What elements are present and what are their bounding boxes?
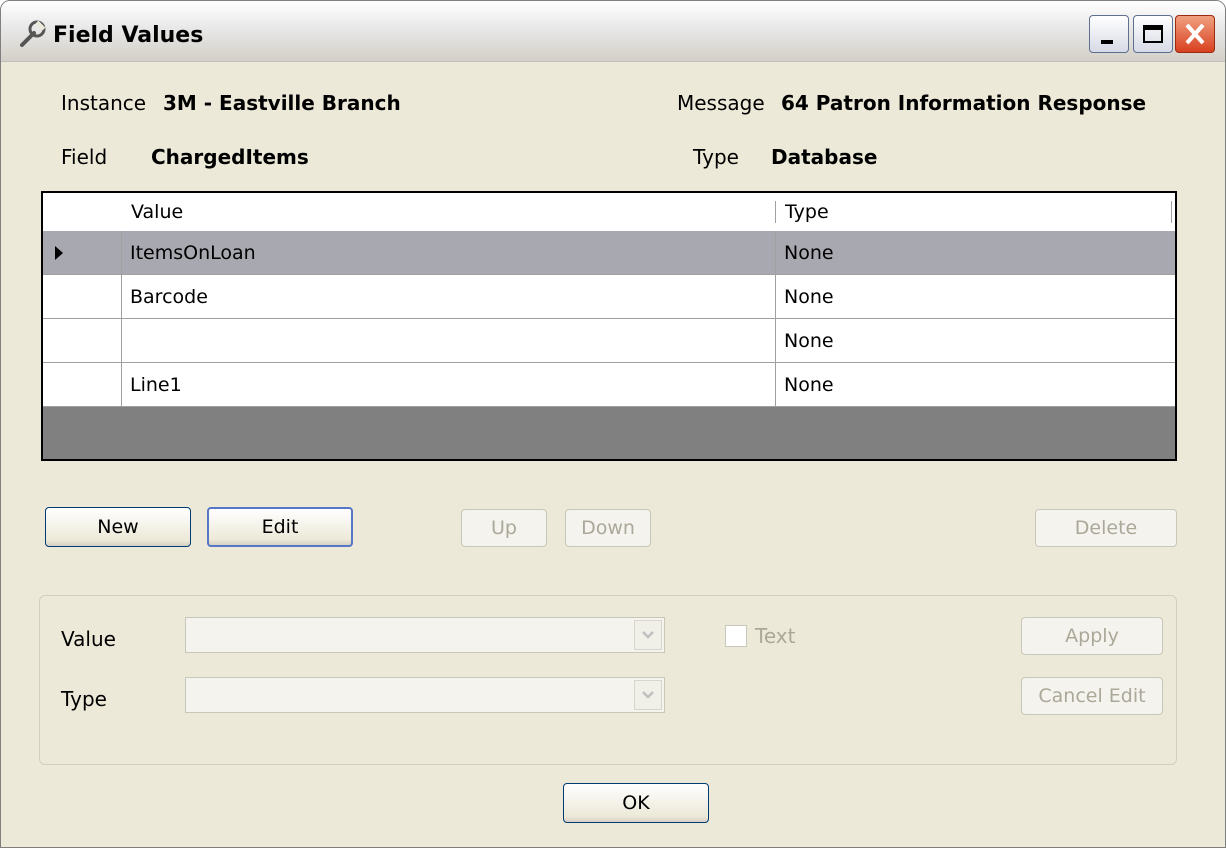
chevron-down-icon xyxy=(642,631,654,639)
grid-header: Value Type xyxy=(43,193,1175,231)
cell-value[interactable] xyxy=(121,319,775,363)
cell-type[interactable]: None xyxy=(775,363,1175,407)
type-dropdown-button[interactable] xyxy=(634,680,662,710)
cancel-edit-button[interactable]: Cancel Edit xyxy=(1021,677,1163,715)
table-row[interactable]: Barcode None xyxy=(43,275,1175,319)
table-row[interactable]: None xyxy=(43,319,1175,363)
instance-value: 3M - Eastville Branch xyxy=(163,91,401,115)
column-divider xyxy=(1171,201,1172,223)
editor-type-label: Type xyxy=(61,687,107,711)
ok-button[interactable]: OK xyxy=(563,783,709,823)
type-combobox[interactable] xyxy=(185,677,665,713)
column-divider xyxy=(775,201,776,223)
field-label: Field xyxy=(61,145,108,169)
cell-value[interactable]: Line1 xyxy=(121,363,775,407)
type-value: Database xyxy=(771,145,878,169)
instance-label: Instance xyxy=(61,91,147,115)
table-row[interactable]: Line1 None xyxy=(43,363,1175,407)
new-button[interactable]: New xyxy=(45,507,191,547)
current-row-arrow-icon xyxy=(55,246,63,260)
field-values-window: Field Values Instance 3M - Eastville Bra… xyxy=(0,0,1226,848)
text-checkbox[interactable] xyxy=(725,625,747,647)
cell-value[interactable]: ItemsOnLoan xyxy=(121,231,775,275)
row-header[interactable] xyxy=(43,275,121,319)
table-row[interactable]: ItemsOnLoan None xyxy=(43,231,1175,275)
value-combobox[interactable] xyxy=(185,617,665,653)
move-down-button[interactable]: Down xyxy=(565,509,651,547)
cell-type[interactable]: None xyxy=(775,275,1175,319)
window-title: Field Values xyxy=(53,23,204,48)
edit-button[interactable]: Edit xyxy=(207,507,353,547)
minimize-button[interactable] xyxy=(1089,15,1129,53)
type-label: Type xyxy=(693,145,739,169)
row-header[interactable] xyxy=(43,231,121,275)
apply-button[interactable]: Apply xyxy=(1021,617,1163,655)
maximize-icon xyxy=(1143,25,1163,43)
field-value: ChargedItems xyxy=(151,145,309,169)
cell-type[interactable]: None xyxy=(775,319,1175,363)
wrench-icon xyxy=(20,20,46,47)
close-button[interactable] xyxy=(1175,15,1215,53)
title-bar: Field Values xyxy=(1,1,1225,62)
column-header-value[interactable]: Value xyxy=(131,193,183,231)
cell-type[interactable]: None xyxy=(775,231,1175,275)
editor-value-label: Value xyxy=(61,627,116,651)
row-header[interactable] xyxy=(43,363,121,407)
value-dropdown-button[interactable] xyxy=(634,620,662,650)
maximize-button[interactable] xyxy=(1133,15,1173,53)
minimize-icon xyxy=(1101,40,1113,44)
text-checkbox-label: Text xyxy=(755,624,796,648)
field-values-grid[interactable]: Value Type ItemsOnLoan None Barcode None xyxy=(41,191,1177,461)
message-label: Message xyxy=(677,91,765,115)
chevron-down-icon xyxy=(642,691,654,699)
delete-button[interactable]: Delete xyxy=(1035,509,1177,547)
dialog-content: Instance 3M - Eastville Branch Message 6… xyxy=(11,61,1215,847)
message-value: 64 Patron Information Response xyxy=(781,91,1147,115)
cell-value[interactable]: Barcode xyxy=(121,275,775,319)
close-icon xyxy=(1185,23,1205,45)
column-header-type[interactable]: Type xyxy=(785,193,829,231)
row-header[interactable] xyxy=(43,319,121,363)
move-up-button[interactable]: Up xyxy=(461,509,547,547)
